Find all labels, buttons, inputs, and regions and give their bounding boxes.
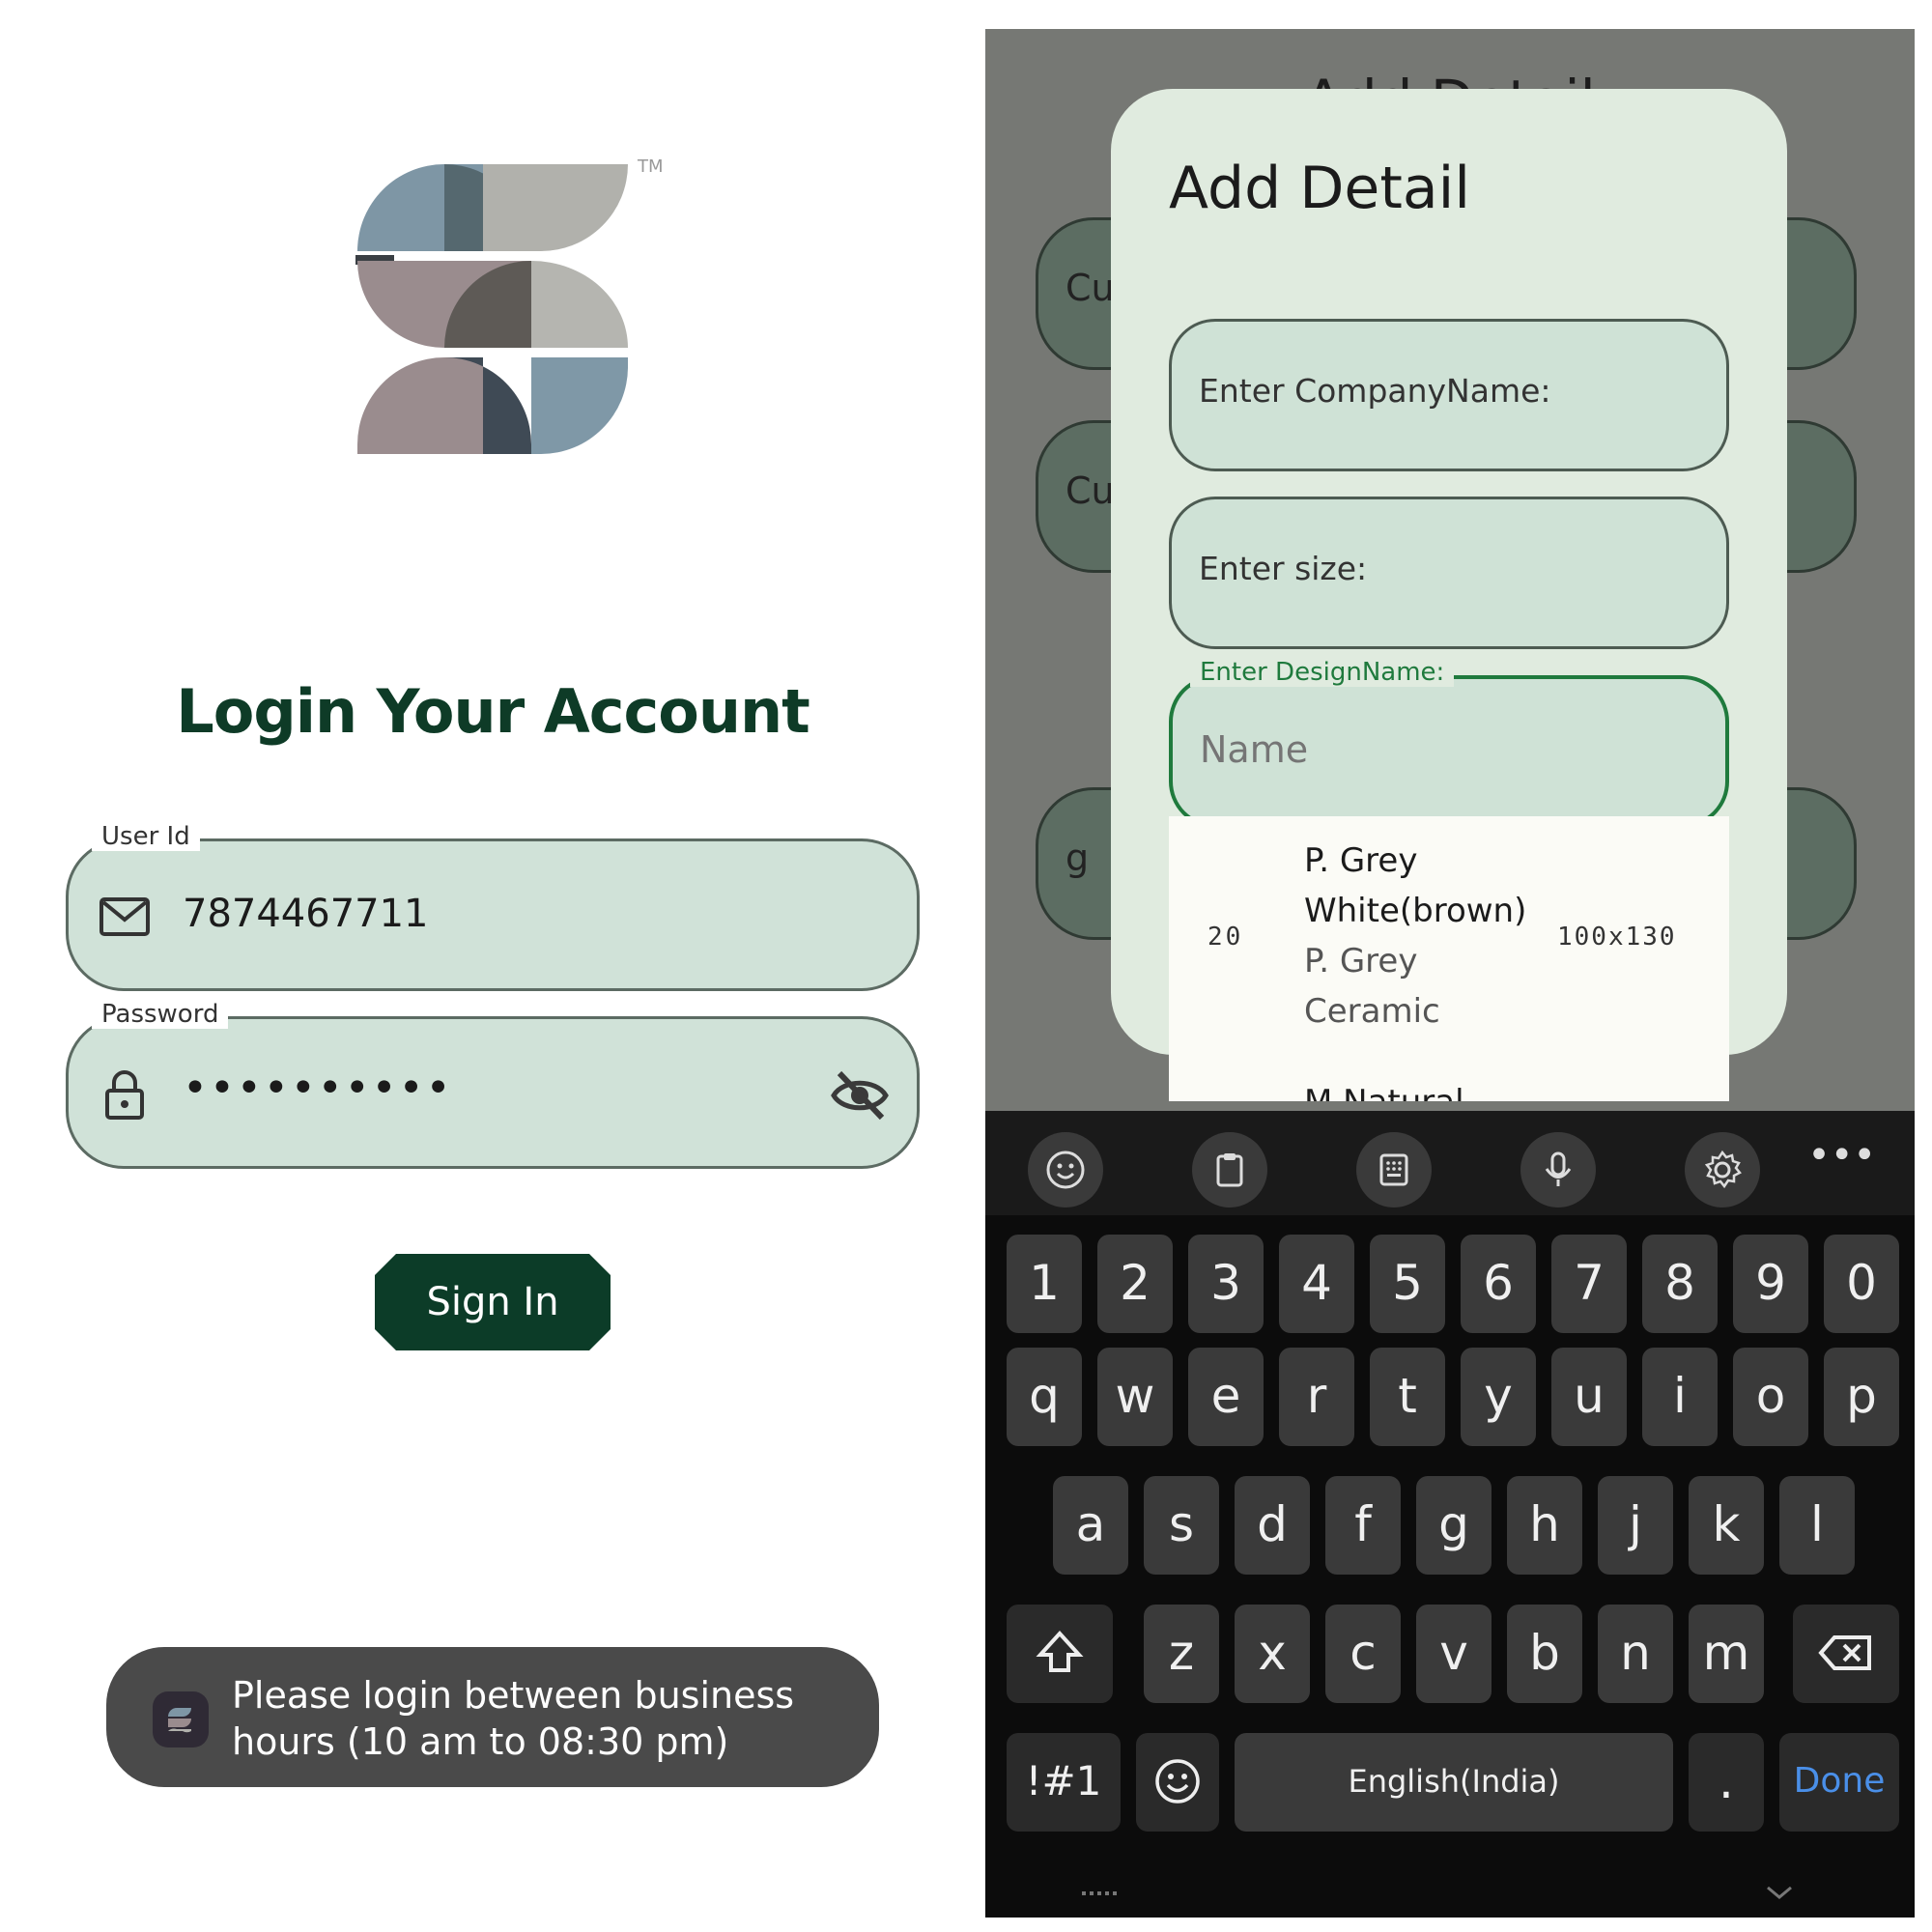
item-subtitle: P. Grey Ceramic [1304, 942, 1440, 1031]
settings-icon[interactable] [1685, 1132, 1760, 1208]
key[interactable]: 0 [1824, 1235, 1899, 1333]
item-name: P. Grey White(brown) [1304, 841, 1527, 930]
emoji-icon [1155, 1759, 1200, 1804]
key[interactable]: l [1779, 1476, 1855, 1575]
background-field-text: Cu [1065, 469, 1115, 512]
user-id-field[interactable]: User Id 7874467711 [66, 822, 920, 991]
shift-icon [1036, 1631, 1084, 1672]
space-key[interactable]: English(India) [1235, 1733, 1673, 1832]
eye-off-icon[interactable] [830, 1065, 890, 1125]
background-field-text: Cu [1065, 267, 1115, 309]
app-logo: TM [355, 156, 664, 454]
emoji-key[interactable] [1136, 1733, 1219, 1832]
key[interactable]: i [1642, 1348, 1718, 1446]
key[interactable]: c [1325, 1605, 1401, 1703]
key[interactable]: 7 [1551, 1235, 1627, 1333]
background-field-text: g [1065, 837, 1090, 879]
lock-icon [105, 1070, 144, 1120]
done-key[interactable]: Done [1779, 1733, 1899, 1832]
toast-message: Please login between business hours (10 … [106, 1647, 879, 1787]
key[interactable]: p [1824, 1348, 1899, 1446]
soft-keyboard: ••• 1 2 3 4 5 6 7 8 9 0 q w e r t y u i … [985, 1111, 1915, 1918]
password-value: •••••••••• [183, 1064, 453, 1113]
company-name-field[interactable]: Enter CompanyName: [1169, 319, 1729, 471]
key[interactable]: 6 [1461, 1235, 1536, 1333]
list-item[interactable]: M Natural [1304, 1083, 1464, 1101]
dialog-title: Add Detail [1169, 155, 1470, 222]
key[interactable]: o [1733, 1348, 1808, 1446]
design-name-label: Enter DesignName: [1190, 658, 1455, 687]
size-placeholder: Enter size: [1199, 550, 1368, 587]
more-options-icon[interactable]: ••• [1807, 1136, 1876, 1175]
key[interactable]: t [1370, 1348, 1445, 1446]
key[interactable]: d [1235, 1476, 1310, 1575]
trademark-label: TM [637, 156, 664, 177]
page-title: Login Your Account [176, 676, 810, 747]
key[interactable]: u [1551, 1348, 1627, 1446]
microphone-icon[interactable] [1520, 1132, 1596, 1208]
period-key[interactable]: . [1689, 1733, 1764, 1832]
key[interactable]: 5 [1370, 1235, 1445, 1333]
key[interactable]: j [1598, 1476, 1673, 1575]
key[interactable]: k [1689, 1476, 1764, 1575]
key[interactable]: r [1279, 1348, 1354, 1446]
navigation-hint [1082, 1886, 1792, 1899]
company-name-placeholder: Enter CompanyName: [1199, 372, 1551, 410]
user-id-label: User Id [92, 822, 200, 851]
key[interactable]: y [1461, 1348, 1536, 1446]
sign-in-button[interactable]: Sign In [375, 1254, 611, 1350]
key[interactable]: 4 [1279, 1235, 1354, 1333]
password-field[interactable]: Password •••••••••• [66, 1000, 920, 1169]
key[interactable]: 9 [1733, 1235, 1808, 1333]
clipboard-icon[interactable] [1192, 1132, 1267, 1208]
size-field[interactable]: Enter size: [1169, 497, 1729, 649]
key[interactable]: q [1007, 1348, 1082, 1446]
key[interactable]: n [1598, 1605, 1673, 1703]
key[interactable]: f [1325, 1476, 1401, 1575]
symbols-key[interactable]: !#1 [1007, 1733, 1121, 1832]
item-size: 100x130 [1557, 923, 1677, 952]
password-label: Password [92, 1000, 229, 1029]
design-name-input[interactable] [1198, 727, 1704, 772]
suggestion-dropdown: 20 P. Grey White(brown) P. Grey Ceramic … [1169, 816, 1729, 1101]
key[interactable]: g [1416, 1476, 1492, 1575]
keyboard-toolbar: ••• [985, 1111, 1915, 1215]
key[interactable]: s [1144, 1476, 1219, 1575]
login-screen: TM Login Your Account User Id 7874467711… [0, 0, 985, 1932]
key[interactable]: 8 [1642, 1235, 1718, 1333]
key[interactable]: w [1097, 1348, 1173, 1446]
key[interactable]: v [1416, 1605, 1492, 1703]
toast-text: Please login between business hours (10 … [232, 1674, 795, 1763]
user-id-value: 7874467711 [183, 892, 429, 936]
key[interactable]: 1 [1007, 1235, 1082, 1333]
emoji-icon[interactable] [1028, 1132, 1103, 1208]
keypad-icon[interactable] [1356, 1132, 1432, 1208]
key[interactable]: 2 [1097, 1235, 1173, 1333]
add-detail-screen: Add Detail Cu Cu g Add Detail Enter Comp… [985, 29, 1915, 1918]
app-icon [153, 1691, 209, 1747]
key[interactable]: b [1507, 1605, 1582, 1703]
backspace-icon [1818, 1635, 1871, 1670]
key[interactable]: x [1235, 1605, 1310, 1703]
design-name-field[interactable]: Enter DesignName: [1169, 658, 1729, 828]
backspace-key[interactable] [1793, 1605, 1899, 1703]
key[interactable]: h [1507, 1476, 1582, 1575]
shift-key[interactable] [1007, 1605, 1113, 1703]
key[interactable]: a [1053, 1476, 1128, 1575]
item-number: 20 [1208, 923, 1244, 952]
key[interactable]: e [1188, 1348, 1264, 1446]
key[interactable]: z [1144, 1605, 1219, 1703]
key[interactable]: m [1689, 1605, 1764, 1703]
key[interactable]: 3 [1188, 1235, 1264, 1333]
mail-icon [99, 897, 150, 936]
